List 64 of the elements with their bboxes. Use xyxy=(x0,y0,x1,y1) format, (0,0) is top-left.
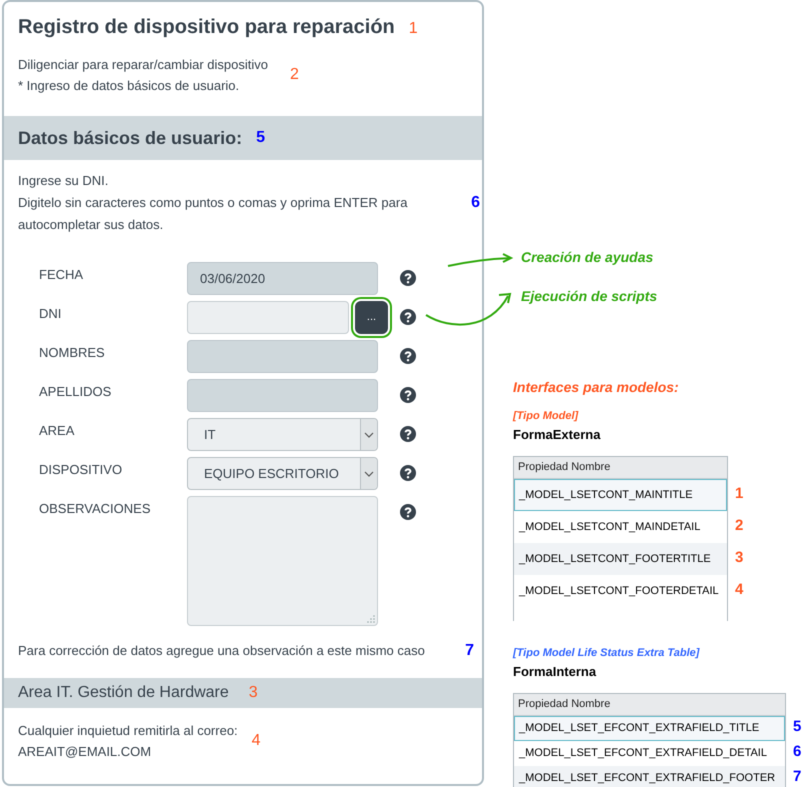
dropdown-value: IT xyxy=(203,426,216,444)
dropdown[interactable]: IT xyxy=(187,418,378,451)
field-label: AREA xyxy=(38,422,76,440)
input-field[interactable] xyxy=(187,340,378,373)
dropdown-value: EQUIPO ESCRITORIO xyxy=(203,464,339,483)
intro-text: * Ingreso de datos básicos de usuario. xyxy=(18,77,240,95)
annotation-number: 3 xyxy=(735,548,744,568)
footer-text: AREAIT@EMAIL.COM xyxy=(18,743,152,761)
annotation-number: 4 xyxy=(252,731,261,751)
field-label: DISPOSITIVO xyxy=(38,461,124,479)
annotation-number: 6 xyxy=(793,742,802,762)
field-label: APELLIDOS xyxy=(38,383,112,401)
connector-arrow xyxy=(448,253,514,267)
help-icon[interactable] xyxy=(400,348,416,364)
annotation-number: 1 xyxy=(408,19,418,39)
annotation-number: 7 xyxy=(465,641,474,661)
input-field[interactable] xyxy=(187,301,349,334)
help-icon[interactable] xyxy=(400,309,416,325)
annotation-number: 5 xyxy=(256,128,265,148)
footer-text: Cualquier inquietud remitirla al correo: xyxy=(18,722,238,740)
input-field[interactable]: 03/06/2020 xyxy=(187,262,378,295)
table-cell[interactable]: _MODEL_LSET_EFCONT_EXTRAFIELD_TITLE xyxy=(514,716,785,741)
field-label: OBSERVACIONES xyxy=(38,500,152,518)
field-label: FECHA xyxy=(38,266,84,284)
form-name: FormaExterna xyxy=(513,426,602,444)
column-header: Propiedad Nombre xyxy=(514,694,785,716)
section-title: Datos básicos de usuario: xyxy=(18,126,242,150)
field-label: DNI xyxy=(38,305,62,323)
instruction-text: Ingrese su DNI. xyxy=(18,172,110,190)
form-name: FormaInterna xyxy=(513,662,598,680)
help-icon[interactable] xyxy=(400,426,416,442)
help-icon[interactable] xyxy=(400,270,416,286)
annotation-number: 2 xyxy=(290,65,299,85)
help-icon[interactable] xyxy=(400,504,416,520)
input-field[interactable] xyxy=(187,379,378,412)
table-cell[interactable]: _MODEL_LSET_EFCONT_EXTRAFIELD_FOOTER xyxy=(514,766,785,787)
note-text: Para corrección de datos agregue una observación a este mismo caso xyxy=(18,642,426,660)
table-cell[interactable]: _MODEL_LSETCONT_MAINTITLE xyxy=(514,479,727,511)
annotation-number: 2 xyxy=(735,516,744,536)
form-title: Registro de dispositivo para reparación xyxy=(18,15,395,40)
help-icon[interactable] xyxy=(400,387,416,403)
intro-text: Diligenciar para reparar/cambiar dispositivo xyxy=(18,56,268,74)
lookup-button[interactable]: ... xyxy=(355,301,388,334)
field-label: NOMBRES xyxy=(38,344,106,362)
annotation-number: 5 xyxy=(793,717,802,738)
type-label: [Tipo Model Life Status Extra Table] xyxy=(513,646,701,661)
instruction-text: Digitelo sin caracteres como puntos o comas y oprima ENTER para autocompletar sus datos. xyxy=(18,194,408,234)
resize-grip-icon xyxy=(367,615,375,623)
callout-text: Creación de ayudas xyxy=(521,248,654,267)
help-icon[interactable] xyxy=(400,465,416,481)
annotation-number: 3 xyxy=(248,683,258,703)
annotation-number: 1 xyxy=(735,484,744,504)
chevron-down-icon xyxy=(364,432,374,438)
section-heading: Interfaces para modelos: xyxy=(513,378,680,397)
annotation-number: 4 xyxy=(735,580,744,600)
dropdown[interactable]: EQUIPO ESCRITORIO xyxy=(187,457,378,490)
type-label: [Tipo Model] xyxy=(513,409,580,424)
annotation-number: 6 xyxy=(471,193,480,213)
footer-title: Area IT. Gestión de Hardware xyxy=(18,683,229,703)
column-header: Propiedad Nombre xyxy=(514,457,727,479)
chevron-down-icon xyxy=(364,470,374,476)
table-cell[interactable]: _MODEL_LSETCONT_FOOTERTITLE xyxy=(514,543,727,575)
annotation-number: 7 xyxy=(793,767,802,787)
callout-text: Ejecución de scripts xyxy=(521,287,658,306)
